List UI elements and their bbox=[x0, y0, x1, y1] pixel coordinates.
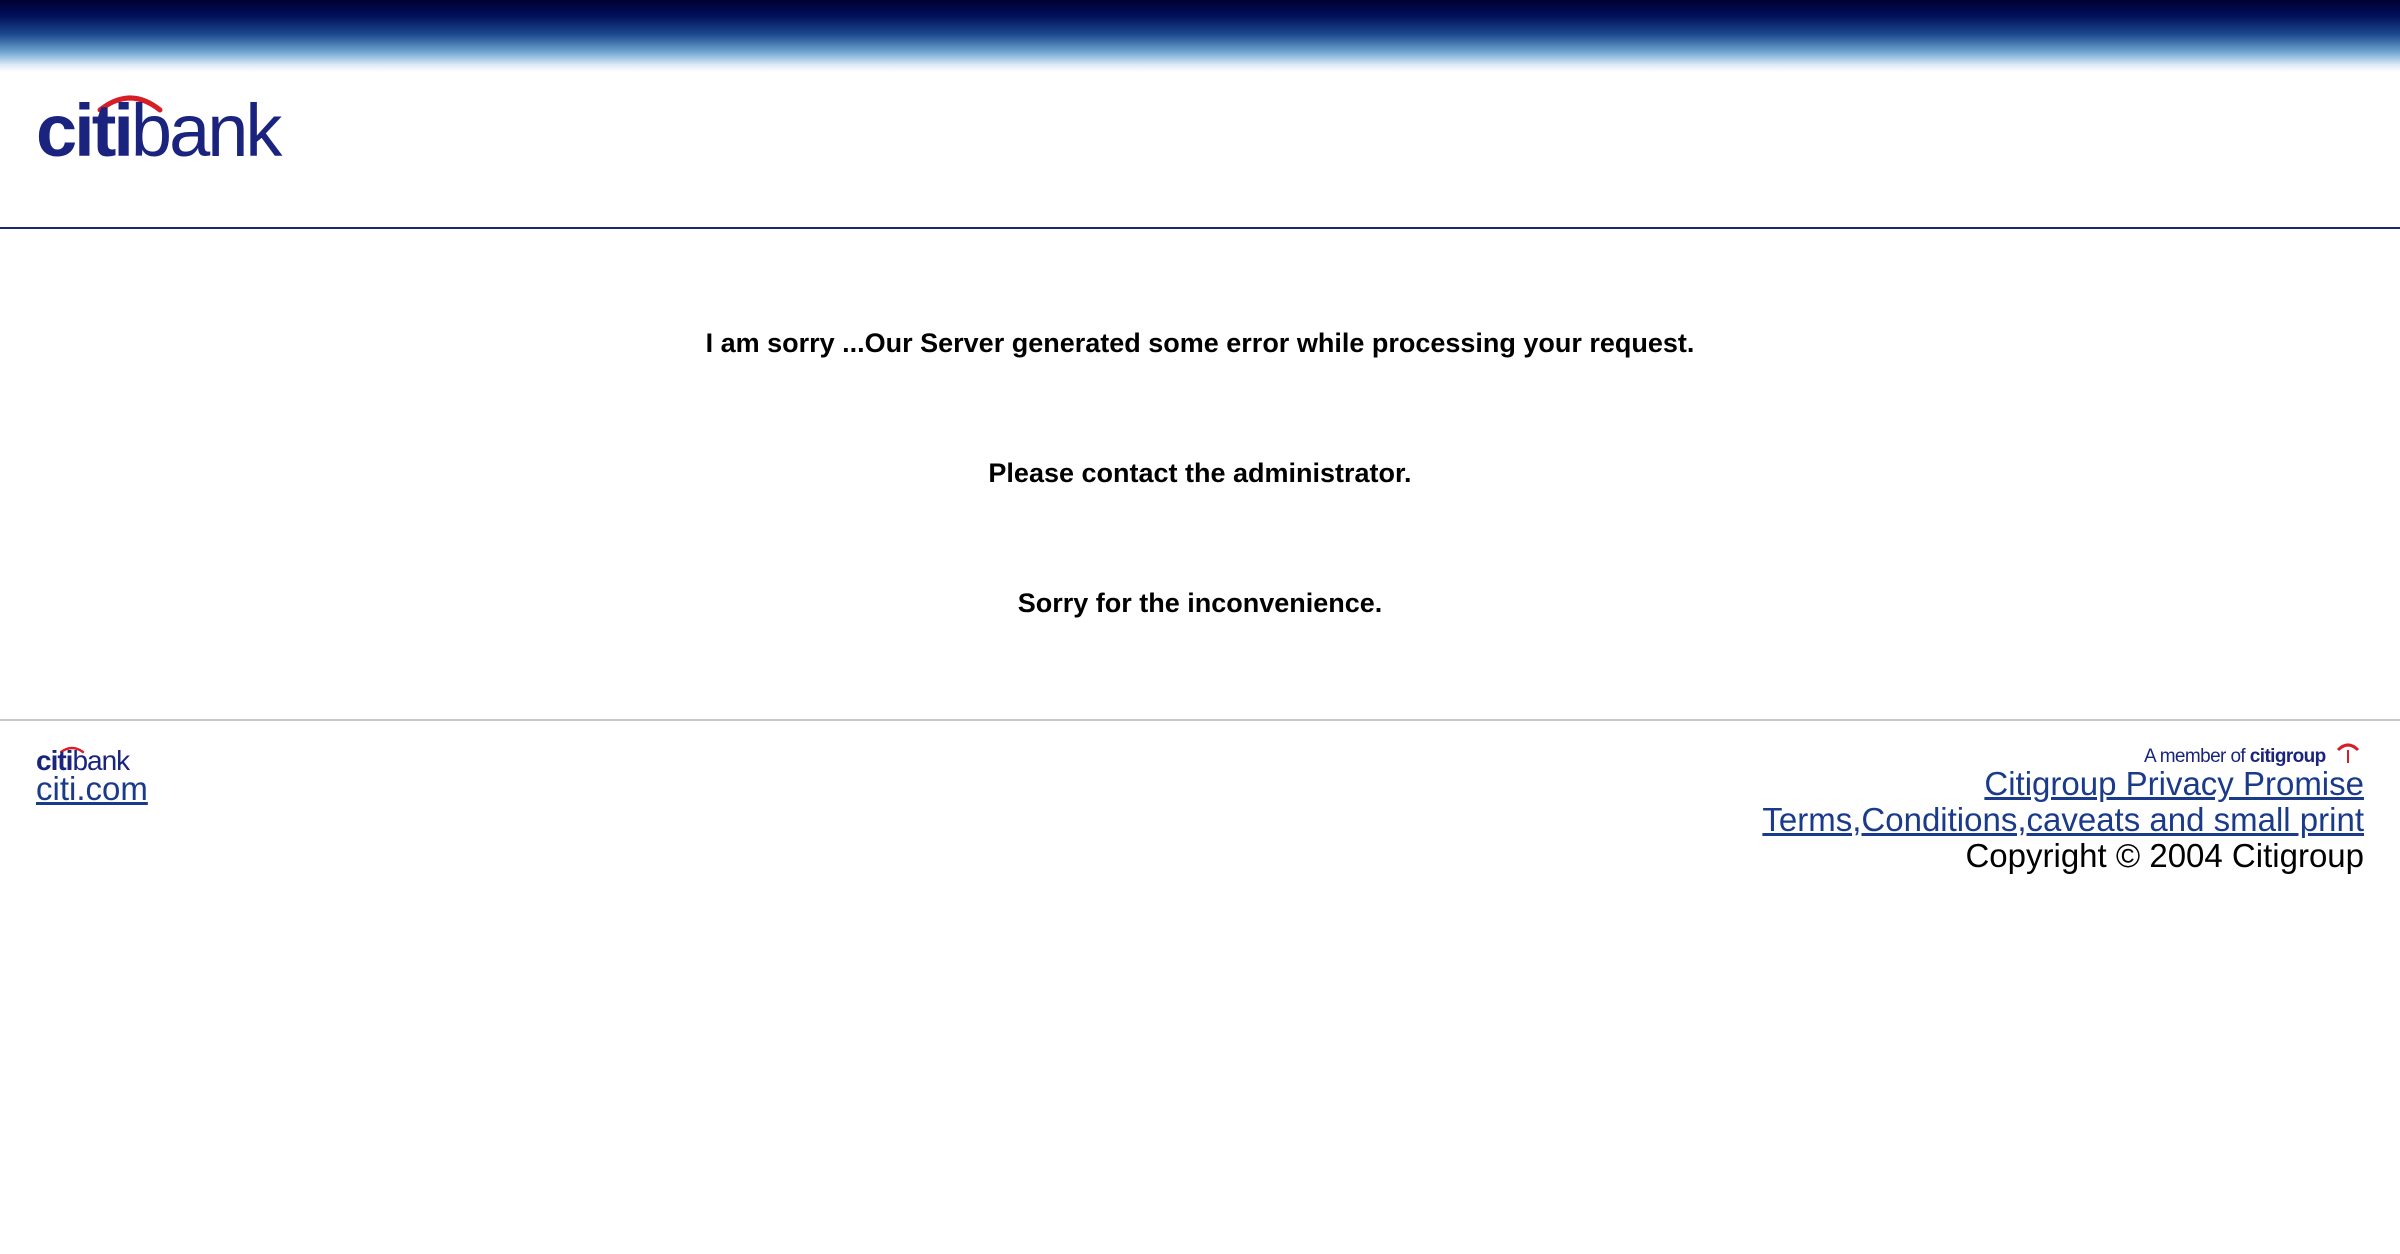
apology-message: Sorry for the inconvenience. bbox=[1017, 588, 1383, 618]
header-gradient-bar bbox=[0, 0, 2400, 72]
terms-link[interactable]: Terms,Conditions,caveats and small print bbox=[1762, 802, 2364, 838]
contact-admin-message: Please contact the administrator. bbox=[988, 458, 1412, 488]
citibank-logo: citibank bbox=[36, 89, 286, 172]
error-message: I am sorry ...Our Server generated some … bbox=[705, 328, 1695, 358]
svg-text:A member of citigroup: A member of citigroup bbox=[2144, 746, 2326, 767]
footer-links: Citigroup Privacy Promise Terms,Conditio… bbox=[1762, 766, 2364, 874]
privacy-promise-link[interactable]: Citigroup Privacy Promise bbox=[1762, 766, 2364, 802]
header-divider bbox=[0, 227, 2400, 229]
error-page: citibank I am sorry ...Our Server genera… bbox=[0, 0, 2400, 1254]
copyright-text: Copyright © 2004 Citigroup bbox=[1965, 837, 2364, 874]
citi-com-link[interactable]: citi.com bbox=[36, 770, 148, 808]
footer-divider bbox=[0, 719, 2400, 721]
svg-text:citibank: citibank bbox=[36, 89, 283, 172]
